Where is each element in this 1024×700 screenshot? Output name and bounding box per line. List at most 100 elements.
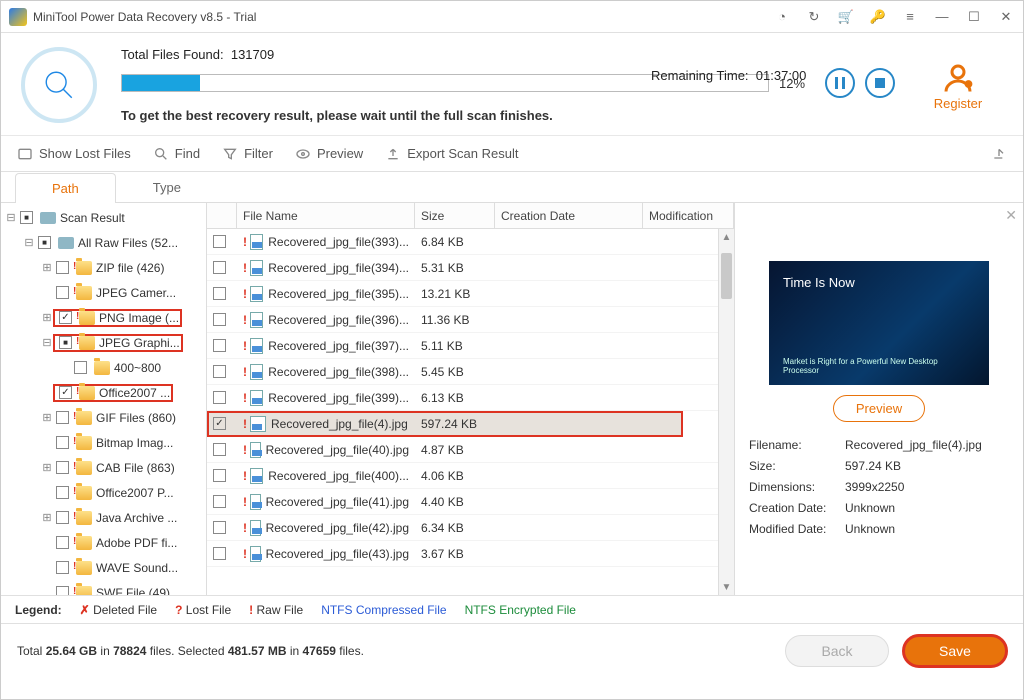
file-row[interactable]: !Recovered_jpg_file(4).jpg597.24 KB (207, 411, 683, 437)
file-name: Recovered_jpg_file(399)... (268, 391, 409, 405)
file-size: 5.31 KB (415, 261, 495, 275)
file-list-header: File Name Size Creation Date Modificatio… (207, 203, 734, 229)
export-button[interactable]: Export Scan Result (385, 146, 518, 162)
tree-item[interactable]: Office2007 ... (1, 380, 206, 405)
file-icon (250, 286, 263, 302)
register-button[interactable]: Register (913, 60, 1003, 111)
file-checkbox[interactable] (213, 521, 226, 534)
tree-item[interactable]: ⊞Java Archive ... (1, 505, 206, 530)
menu-icon[interactable]: ≡ (901, 8, 919, 26)
file-list-body: !Recovered_jpg_file(393)...6.84 KB !Recov… (207, 229, 734, 595)
col-filename[interactable]: File Name (237, 203, 415, 228)
file-row[interactable]: !Recovered_jpg_file(40).jpg4.87 KB (207, 437, 734, 463)
register-label: Register (934, 96, 982, 111)
tree-item[interactable]: Office2007 P... (1, 480, 206, 505)
meta-key: Dimensions: (749, 480, 845, 494)
maximize-icon[interactable]: ☐ (965, 8, 983, 26)
file-checkbox[interactable] (213, 235, 226, 248)
file-checkbox[interactable] (213, 391, 226, 404)
meta-value: Unknown (845, 501, 895, 515)
file-checkbox[interactable] (213, 365, 226, 378)
filter-button[interactable]: Filter (222, 146, 273, 162)
file-row[interactable]: !Recovered_jpg_file(43).jpg3.67 KB (207, 541, 734, 567)
save-button[interactable]: Save (903, 635, 1007, 667)
scroll-down-icon[interactable]: ▼ (719, 579, 734, 595)
file-list-scrollbar[interactable]: ▲ ▼ (718, 229, 734, 595)
file-checkbox[interactable] (213, 547, 226, 560)
tab-path[interactable]: Path (15, 173, 116, 203)
meta-key: Modified Date: (749, 522, 845, 536)
file-row[interactable]: !Recovered_jpg_file(396)...11.36 KB (207, 307, 734, 333)
file-icon (250, 416, 266, 432)
share-icon[interactable] (991, 146, 1007, 162)
cart-icon[interactable]: 🛒 (837, 8, 855, 26)
file-checkbox[interactable] (213, 287, 226, 300)
tree-item[interactable]: Bitmap Imag... (1, 430, 206, 455)
scan-animation-icon (21, 47, 97, 123)
tree-item[interactable]: SWF File (49) (1, 580, 206, 595)
file-checkbox[interactable] (213, 469, 226, 482)
tree-item[interactable]: JPEG Camer... (1, 280, 206, 305)
file-size: 13.21 KB (415, 287, 495, 301)
meta-value: 597.24 KB (845, 459, 901, 473)
file-row[interactable]: !Recovered_jpg_file(400)...4.06 KB (207, 463, 734, 489)
preview-image-title: Time Is Now (783, 275, 975, 290)
scan-hint: To get the best recovery result, please … (121, 108, 553, 123)
found-label: Total Files Found: (121, 47, 224, 62)
open-preview-button[interactable]: Preview (833, 395, 925, 422)
file-checkbox[interactable] (213, 495, 226, 508)
file-name: Recovered_jpg_file(394)... (268, 261, 409, 275)
file-checkbox[interactable] (213, 417, 226, 430)
file-name: Recovered_jpg_file(41).jpg (266, 495, 409, 509)
tree-item[interactable]: ⊞ZIP file (426) (1, 255, 206, 280)
preview-metadata: Filename:Recovered_jpg_file(4).jpgSize:5… (749, 438, 1009, 536)
find-button[interactable]: Find (153, 146, 200, 162)
minimize-icon[interactable]: — (933, 8, 951, 26)
preview-image-subtitle: Market is Right for a Powerful New Deskt… (783, 357, 975, 375)
meta-key: Size: (749, 459, 845, 473)
file-icon (250, 312, 263, 328)
file-size: 11.36 KB (415, 313, 495, 327)
close-preview-icon[interactable]: ✕ (1005, 207, 1017, 224)
file-size: 6.34 KB (415, 521, 495, 535)
tree-item[interactable]: ⊟Scan Result (1, 205, 206, 230)
show-lost-files-button[interactable]: Show Lost Files (17, 146, 131, 162)
file-row[interactable]: !Recovered_jpg_file(395)...13.21 KB (207, 281, 734, 307)
file-list: File Name Size Creation Date Modificatio… (207, 203, 735, 595)
col-modification[interactable]: Modification (643, 203, 734, 228)
file-row[interactable]: !Recovered_jpg_file(394)...5.31 KB (207, 255, 734, 281)
tree-item[interactable]: ⊞PNG Image (... (1, 305, 206, 330)
scroll-up-icon[interactable]: ▲ (719, 229, 734, 245)
tree-item[interactable]: WAVE Sound... (1, 555, 206, 580)
view-toolbar: Show Lost Files Find Filter Preview Expo… (1, 136, 1023, 172)
file-row[interactable]: !Recovered_jpg_file(398)...5.45 KB (207, 359, 734, 385)
file-checkbox[interactable] (213, 261, 226, 274)
file-row[interactable]: !Recovered_jpg_file(393)...6.84 KB (207, 229, 734, 255)
stop-button[interactable] (865, 68, 895, 98)
tree-item[interactable]: ⊞GIF Files (860) (1, 405, 206, 430)
preview-button[interactable]: Preview (295, 146, 363, 162)
clock-icon[interactable]: ◔ (773, 8, 791, 26)
tree-item[interactable]: 400~800 (1, 355, 206, 380)
col-creation-date[interactable]: Creation Date (495, 203, 643, 228)
file-checkbox[interactable] (213, 313, 226, 326)
tree-item[interactable]: ⊞CAB File (863) (1, 455, 206, 480)
pause-button[interactable] (825, 68, 855, 98)
back-button[interactable]: Back (785, 635, 889, 667)
file-icon (250, 546, 261, 562)
tree-item[interactable]: Adobe PDF fi... (1, 530, 206, 555)
file-row[interactable]: !Recovered_jpg_file(42).jpg6.34 KB (207, 515, 734, 541)
scroll-thumb[interactable] (721, 253, 732, 299)
file-row[interactable]: !Recovered_jpg_file(41).jpg4.40 KB (207, 489, 734, 515)
tree-item[interactable]: ⊟JPEG Graphi... (1, 330, 206, 355)
file-row[interactable]: !Recovered_jpg_file(399)...6.13 KB (207, 385, 734, 411)
close-icon[interactable]: ✕ (997, 8, 1015, 26)
key-icon[interactable]: 🔑 (869, 8, 887, 26)
tab-type[interactable]: Type (116, 172, 218, 202)
refresh-icon[interactable]: ↻ (805, 8, 823, 26)
col-size[interactable]: Size (415, 203, 495, 228)
file-checkbox[interactable] (213, 339, 226, 352)
file-checkbox[interactable] (213, 443, 226, 456)
file-row[interactable]: !Recovered_jpg_file(397)...5.11 KB (207, 333, 734, 359)
tree-item[interactable]: ⊟All Raw Files (52... (1, 230, 206, 255)
